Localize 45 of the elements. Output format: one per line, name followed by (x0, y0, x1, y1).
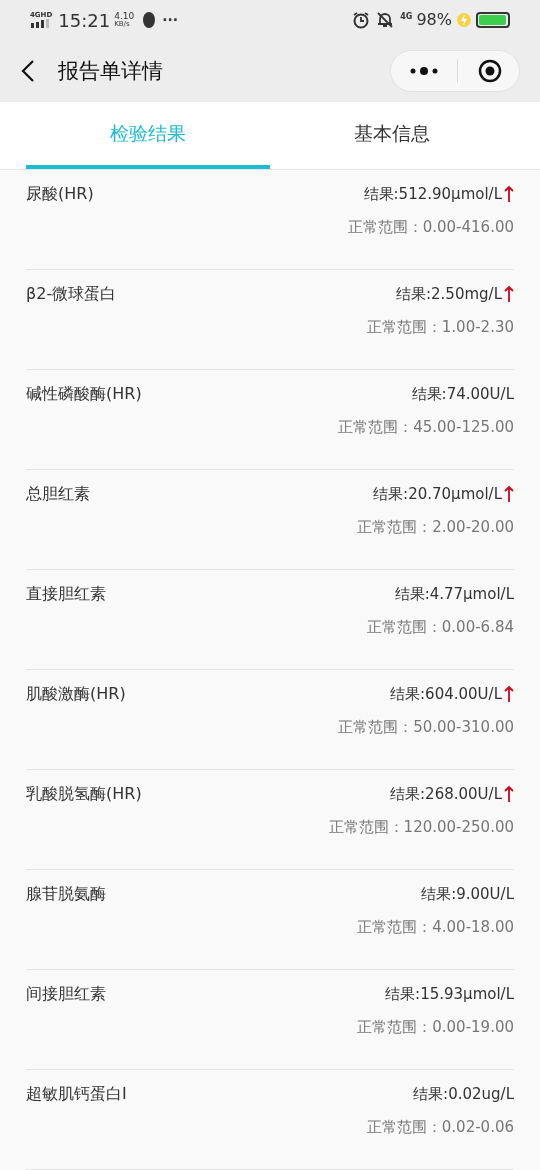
battery-icon (476, 12, 510, 29)
test-name: 间接胆红素 (26, 983, 106, 1005)
normal-range: 正常范围：0.00-19.00 (357, 1017, 514, 1038)
normal-range: 正常范围：0.00-416.00 (347, 217, 514, 238)
network-label: 4G (400, 11, 413, 23)
test-name: 腺苷脱氨酶 (26, 883, 106, 905)
tab[interactable]: 基本信息 (270, 102, 514, 169)
result-value: 结果:20.70µmol/L (373, 483, 502, 505)
page-title: 报告单详情 (58, 57, 163, 85)
test-name: 碱性磷酸酶(HR) (26, 383, 142, 405)
normal-range: 正常范围：0.02-0.06 (366, 1117, 514, 1138)
result-value: 结果:0.02ug/L (413, 1083, 514, 1105)
normal-range: 正常范围：45.00-125.00 (338, 417, 514, 438)
alarm-icon (352, 11, 371, 30)
normal-range: 正常范围：1.00-2.30 (366, 317, 514, 338)
signal-icon (31, 19, 52, 29)
result-value: 结果:4.77µmol/L (394, 583, 514, 605)
test-name: 超敏肌钙蛋白I (26, 1083, 127, 1105)
result-value: 结果:604.00U/L (390, 683, 502, 705)
normal-range: 正常范围：0.00-6.84 (366, 617, 514, 638)
result-value: 结果:512.90µmol/L (363, 183, 502, 205)
more-icon[interactable] (409, 67, 439, 76)
test-name: 直接胆红素 (26, 583, 106, 605)
muted-bell-icon (376, 11, 395, 30)
charging-icon (456, 12, 472, 29)
test-name: 乳酸脱氢酶(HR) (26, 783, 142, 805)
normal-range: 正常范围：50.00-310.00 (338, 717, 514, 738)
test-name: 总胆红素 (26, 483, 90, 505)
result-value: 结果:15.93µmol/L (385, 983, 514, 1005)
result-value: 结果:268.00U/L (390, 783, 502, 805)
normal-range: 正常范围：2.00-20.00 (357, 517, 514, 538)
result-value: 结果:2.50mg/L (396, 283, 502, 305)
test-name: β2-微球蛋白 (26, 283, 117, 305)
more-notifications: ··· (162, 10, 179, 30)
result-value: 结果:9.00U/L (421, 883, 514, 905)
battery-percent: 98% (416, 9, 452, 32)
close-target-icon[interactable] (478, 59, 502, 84)
normal-range: 正常范围：120.00-250.00 (328, 817, 514, 838)
result-value: 结果:74.00U/L (411, 383, 514, 405)
clock: 15:21 (58, 8, 111, 33)
speed-value: 4.10 (114, 12, 135, 22)
back-icon[interactable] (20, 59, 36, 84)
test-name: 肌酸激酶(HR) (26, 683, 126, 705)
test-name: 尿酸(HR) (26, 183, 94, 205)
normal-range: 正常范围：4.00-18.00 (357, 917, 514, 938)
